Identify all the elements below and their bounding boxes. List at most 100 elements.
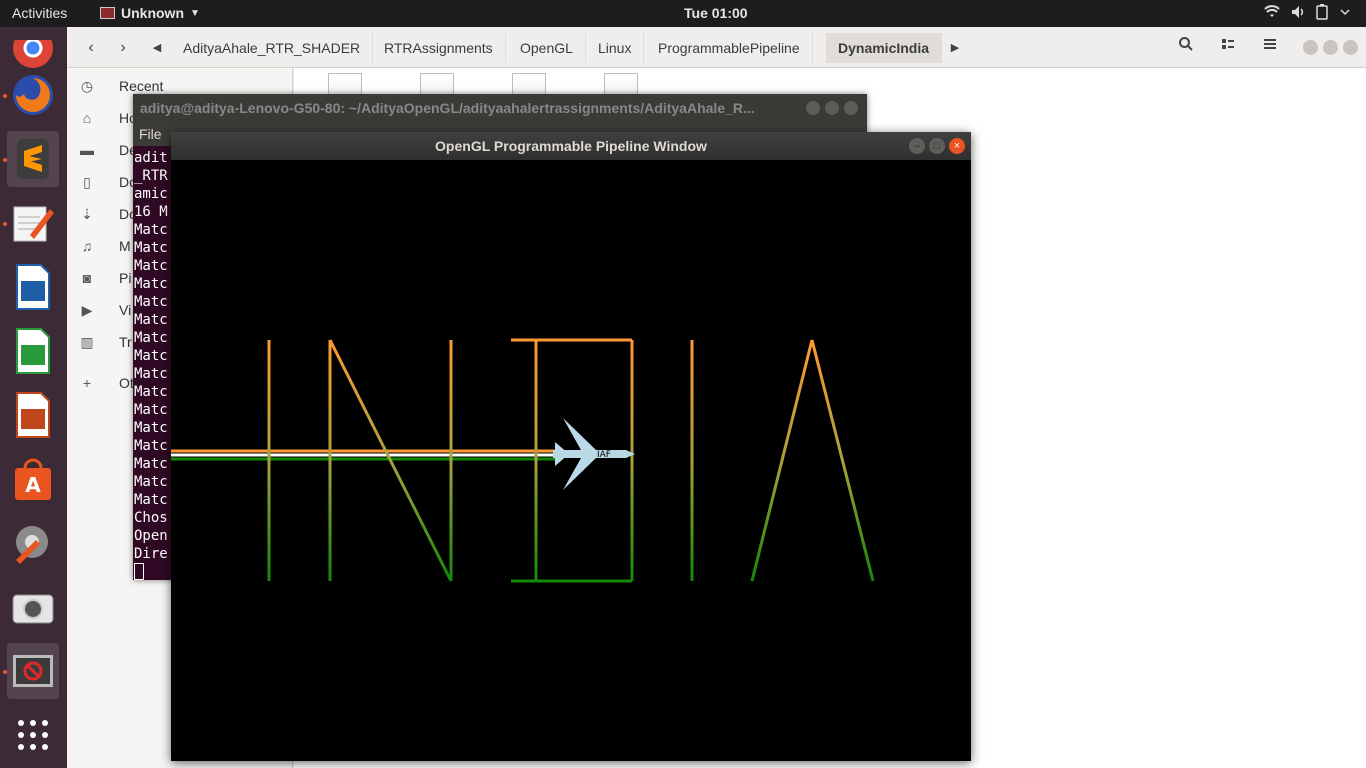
home-icon: ⌂ — [82, 110, 92, 126]
trash-icon: ▥ — [80, 334, 94, 350]
breadcrumb-item[interactable]: Linux — [586, 33, 645, 63]
opengl-window-title[interactable]: OpenGL Programmable Pipeline Window — [171, 132, 971, 160]
plane-label: IAF — [597, 450, 611, 460]
terminal-line: Matc — [134, 456, 168, 472]
sublime-text-icon — [17, 139, 49, 179]
terminal-maximize-button[interactable] — [825, 101, 839, 115]
settings-launcher[interactable] — [7, 515, 59, 571]
terminal-line: Matc — [134, 330, 168, 346]
terminal-line: _RTR — [134, 168, 168, 184]
grid-icon — [18, 720, 48, 750]
letter-a — [750, 339, 875, 582]
view-toggle-button[interactable] — [1213, 35, 1243, 61]
plus-icon: + — [82, 375, 92, 391]
firefox-launcher[interactable] — [7, 67, 59, 123]
list-view-icon — [1222, 39, 1234, 49]
camera-icon: ◙ — [82, 270, 92, 286]
svg-text:A: A — [25, 473, 41, 497]
terminal-close-button[interactable] — [844, 101, 858, 115]
terminal-line: Matc — [134, 402, 168, 418]
app-menu[interactable]: Unknown ▼ — [100, 5, 200, 21]
files-close-button[interactable] — [1343, 40, 1358, 55]
unknown-app-launcher[interactable] — [7, 643, 59, 699]
text-editor-launcher[interactable] — [7, 195, 59, 251]
menu-file[interactable]: File — [139, 126, 162, 142]
unknown-app-icon — [13, 655, 53, 687]
terminal-line: Matc — [134, 348, 168, 364]
terminal-line: Matc — [134, 366, 168, 382]
app-icon — [100, 7, 115, 19]
gl-maximize-button[interactable]: □ — [929, 138, 945, 154]
hamburger-menu-icon — [1264, 39, 1276, 49]
breadcrumb-item[interactable]: RTRAssignments — [372, 33, 506, 63]
back-button[interactable]: ‹ — [77, 35, 105, 61]
chevron-right-icon: › — [120, 39, 126, 56]
india-scene: IAF — [171, 338, 875, 583]
terminal-title[interactable]: aditya@aditya-Lenovo-G50-80: ~/AdityaOpe… — [133, 94, 867, 122]
software-center-icon: A — [15, 458, 51, 500]
breadcrumb-item-active[interactable]: DynamicIndia — [826, 33, 943, 63]
dock: A — [0, 27, 67, 768]
wifi-icon — [1264, 5, 1280, 17]
terminal-line: Chos — [134, 510, 168, 526]
system-tray[interactable] — [1264, 4, 1352, 20]
clock-icon: ◷ — [80, 78, 94, 94]
impress-launcher[interactable] — [7, 387, 59, 443]
terminal-line: Matc — [134, 258, 168, 274]
terminal-line: Dire — [134, 546, 168, 562]
terminal-line: Matc — [134, 312, 168, 328]
breadcrumb-scroll-right[interactable]: ▶ — [945, 35, 965, 61]
video-icon: ▶ — [81, 302, 93, 318]
forward-button[interactable]: › — [109, 35, 137, 61]
terminal-line: amic — [134, 186, 168, 202]
files-minimize-button[interactable] — [1303, 40, 1318, 55]
volume-icon — [1292, 6, 1304, 18]
opengl-window[interactable]: OpenGL Programmable Pipeline Window – □ … — [171, 132, 971, 761]
terminal-line: Matc — [134, 294, 168, 310]
chevron-left-icon: ‹ — [88, 39, 94, 56]
sidebar-item-label: Pi — [119, 270, 132, 286]
breadcrumb-item[interactable]: ProgrammablePipeline — [646, 33, 813, 63]
terminal-line: adit — [134, 150, 168, 166]
gl-minimize-button[interactable]: – — [909, 138, 925, 154]
terminal-line: Matc — [134, 240, 168, 256]
writer-launcher[interactable] — [7, 259, 59, 315]
text-editor-icon — [13, 206, 54, 242]
show-applications-button[interactable] — [7, 707, 59, 763]
opengl-canvas[interactable]: IAF — [171, 160, 971, 761]
camera-icon — [12, 594, 54, 624]
screenshot-launcher[interactable] — [7, 579, 59, 635]
breadcrumb-scroll-left[interactable]: ◀ — [147, 35, 167, 61]
sidebar-item-label: Tr — [119, 334, 132, 350]
impress-icon — [16, 392, 50, 438]
calc-launcher[interactable] — [7, 323, 59, 379]
breadcrumb-item[interactable]: AdityaAhale_RTR_SHADER — [171, 33, 374, 63]
gl-close-button[interactable]: × — [949, 138, 965, 154]
terminal-minimize-button[interactable] — [806, 101, 820, 115]
clock[interactable]: Tue 01:00 — [684, 5, 748, 21]
activities-button[interactable]: Activities — [12, 5, 67, 21]
sublime-launcher[interactable] — [7, 131, 59, 187]
files-maximize-button[interactable] — [1323, 40, 1338, 55]
menu-button[interactable] — [1255, 35, 1285, 61]
arrow-right-icon: ▶ — [950, 42, 960, 54]
settings-icon — [16, 526, 48, 564]
search-icon — [1179, 37, 1193, 51]
terminal-cursor — [134, 563, 144, 580]
power-menu-icon — [1340, 9, 1350, 16]
battery-icon — [1316, 4, 1328, 20]
terminal-line: 16 M — [134, 204, 168, 220]
firefox-icon — [13, 75, 53, 115]
sidebar-item-label: Ot — [119, 375, 134, 391]
search-button[interactable] — [1171, 35, 1201, 61]
software-center-launcher[interactable]: A — [7, 451, 59, 507]
terminal-line: Matc — [134, 438, 168, 454]
sidebar-item-label: Vi — [119, 302, 132, 318]
terminal-line: Matc — [134, 276, 168, 292]
terminal-line: Open — [134, 528, 168, 544]
iaf-plane: IAF — [553, 418, 635, 490]
terminal-line: Matc — [134, 384, 168, 400]
terminal-line: Matc — [134, 222, 168, 238]
terminal-line: Matc — [134, 492, 168, 508]
breadcrumb-item[interactable]: OpenGL — [508, 33, 586, 63]
